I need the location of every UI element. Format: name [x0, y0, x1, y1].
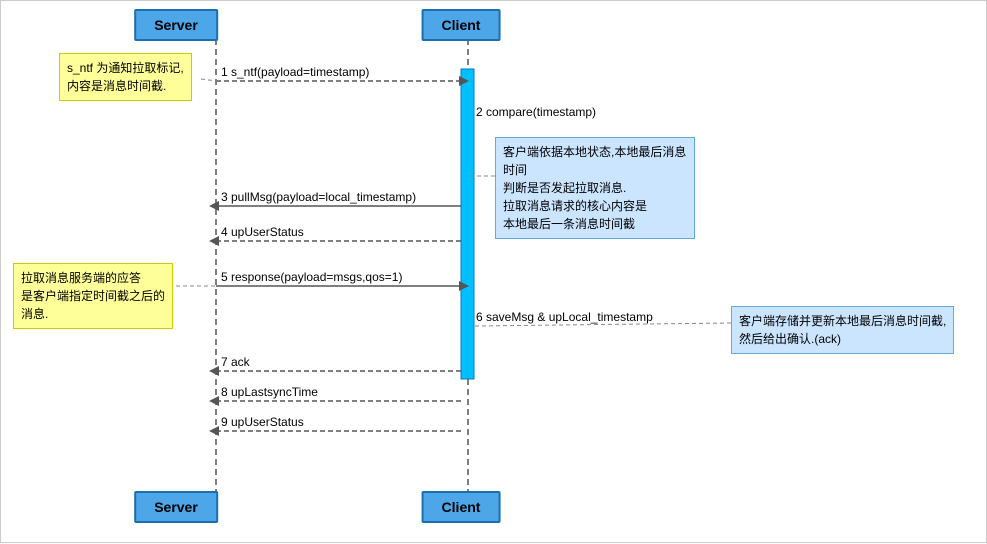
note-savemsg: 客户端存储并更新本地最后消息时间截,然后给出确认.(ack): [731, 306, 954, 354]
svg-text:6 saveMsg & upLocal_timestamp: 6 saveMsg & upLocal_timestamp: [476, 310, 653, 324]
server-lifeline-bottom: Server: [134, 491, 218, 523]
client-lifeline-bottom: Client: [422, 491, 501, 523]
note-compare: 客户端依据本地状态,本地最后消息时间判断是否发起拉取消息.拉取消息请求的核心内容…: [495, 137, 695, 239]
svg-text:3 pullMsg(payload=local_timest: 3 pullMsg(payload=local_timestamp): [221, 190, 416, 204]
svg-text:9 upUserStatus: 9 upUserStatus: [221, 415, 304, 429]
svg-text:4 upUserStatus: 4 upUserStatus: [221, 225, 304, 239]
svg-text:5 response(payload=msgs,qos=1): 5 response(payload=msgs,qos=1): [221, 270, 402, 284]
diagram-container: 1 s_ntf(payload=timestamp) 2 compare(tim…: [0, 0, 987, 543]
note-s-ntf: s_ntf 为通知拉取标记,内容是消息时间截.: [59, 53, 192, 101]
svg-text:2 compare(timestamp): 2 compare(timestamp): [476, 105, 596, 119]
svg-text:8 upLastsyncTime: 8 upLastsyncTime: [221, 385, 318, 399]
note-response: 拉取消息服务端的应答是客户端指定时间截之后的消息.: [13, 263, 173, 329]
svg-text:7 ack: 7 ack: [221, 355, 251, 369]
server-lifeline-top: Server: [134, 9, 218, 41]
svg-text:1 s_ntf(payload=timestamp): 1 s_ntf(payload=timestamp): [221, 65, 369, 79]
client-lifeline-top: Client: [422, 9, 501, 41]
